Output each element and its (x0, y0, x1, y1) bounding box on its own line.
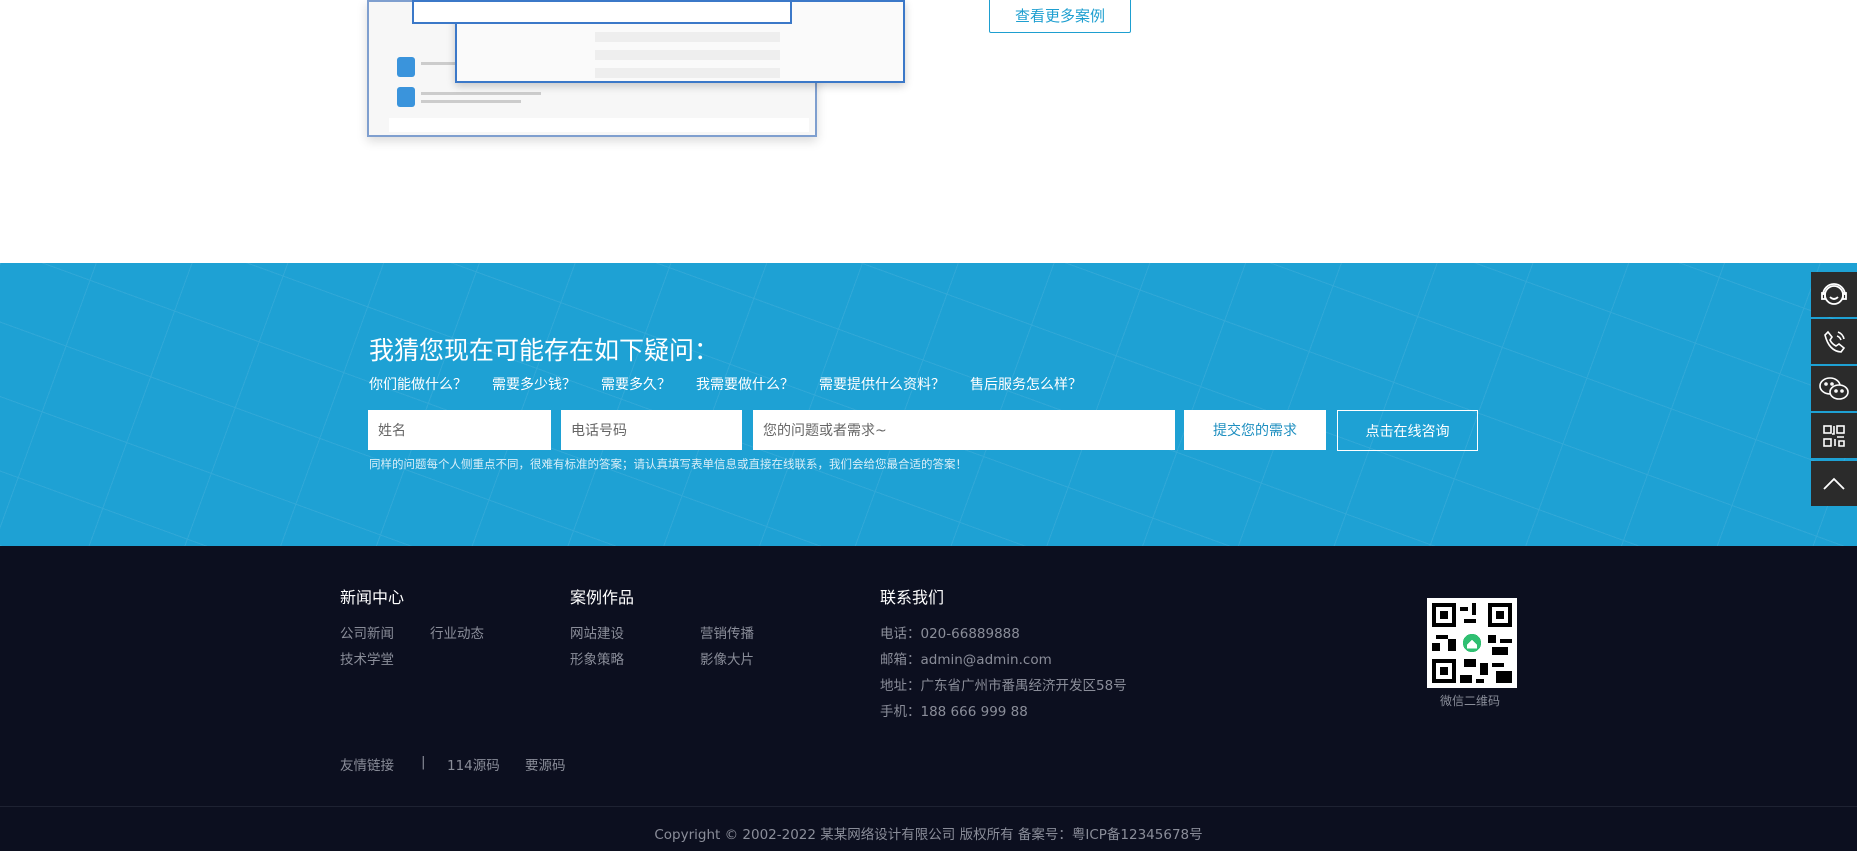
contact-address: 地址：广东省广州市番禺经济开发区58号 (880, 678, 1127, 694)
question-item[interactable]: 需要提供什么资料？ (819, 374, 945, 394)
form-note: 同样的问题每个人侧重点不同，很难有标准的答案；请认真填写表单信息或直接在线联系，… (369, 457, 967, 471)
wechat-icon[interactable] (1811, 366, 1857, 411)
question-item[interactable]: 我需要做什么？ (696, 374, 794, 394)
contact-phone: 电话：020-66889888 (880, 626, 1020, 642)
question-item[interactable]: 需要多少钱？ (492, 374, 576, 394)
friend-links-label: 友情链接 (340, 758, 394, 774)
footer-link[interactable]: 形象策略 (570, 648, 624, 668)
section-title: 我猜您现在可能存在如下疑问： (369, 336, 720, 365)
contact-mobile: 手机：188 666 999 88 (880, 704, 1028, 720)
submit-button[interactable]: 提交您的需求 (1184, 410, 1326, 450)
cases-heading: 案例作品 (570, 588, 635, 607)
view-more-cases-button[interactable]: 查看更多案例 (989, 0, 1131, 33)
footer-link[interactable]: 网站建设 (570, 622, 624, 642)
contact-email: 邮箱：admin@admin.com (880, 652, 1052, 668)
friend-link[interactable]: 要源码 (525, 754, 566, 774)
footer-link[interactable]: 营销传播 (700, 622, 754, 642)
name-input[interactable]: 姓名 (368, 410, 551, 450)
question-input[interactable]: 您的问题或者需求~ (753, 410, 1175, 450)
question-item[interactable]: 你们能做什么？ (369, 374, 467, 394)
friend-link[interactable]: 114源码 (447, 754, 500, 774)
document-icon (397, 57, 415, 77)
separator: | (421, 754, 426, 770)
question-list: 你们能做什么？ 需要多少钱？ 需要多久？ 我需要做什么？ 需要提供什么资料？ 售… (369, 374, 1107, 394)
qrcode-icon[interactable] (1811, 413, 1857, 458)
document-icon (397, 87, 415, 107)
footer-link[interactable]: 公司新闻 (340, 622, 394, 642)
phone-input[interactable]: 电话号码 (561, 410, 742, 450)
footer-link[interactable]: 技术学堂 (340, 648, 394, 668)
online-consult-button[interactable]: 点击在线咨询 (1337, 410, 1478, 451)
qr-caption: 微信二维码 (1440, 694, 1501, 708)
question-item[interactable]: 售后服务怎么样？ (970, 374, 1082, 394)
phone-icon[interactable] (1811, 319, 1857, 364)
footer-link[interactable]: 行业动态 (430, 622, 484, 642)
screenshot-window-front (412, 0, 905, 83)
case-screenshot-image (367, 0, 907, 140)
question-item[interactable]: 需要多久？ (601, 374, 671, 394)
footer-divider (0, 806, 1857, 807)
back-to-top-icon[interactable] (1811, 461, 1857, 506)
contact-heading: 联系我们 (880, 588, 945, 607)
footer: 新闻中心 公司新闻 行业动态 技术学堂 案例作品 网站建设 营销传播 形象策略 … (0, 546, 1857, 851)
news-heading: 新闻中心 (340, 588, 405, 607)
copyright: Copyright © 2002-2022 某某网络设计有限公司 版权所有 备案… (654, 827, 1203, 843)
footer-link[interactable]: 影像大片 (700, 648, 754, 668)
customer-service-icon[interactable] (1811, 272, 1857, 317)
question-section: 我猜您现在可能存在如下疑问： 你们能做什么？ 需要多少钱？ 需要多久？ 我需要做… (0, 263, 1857, 546)
wechat-qrcode (1427, 598, 1517, 688)
